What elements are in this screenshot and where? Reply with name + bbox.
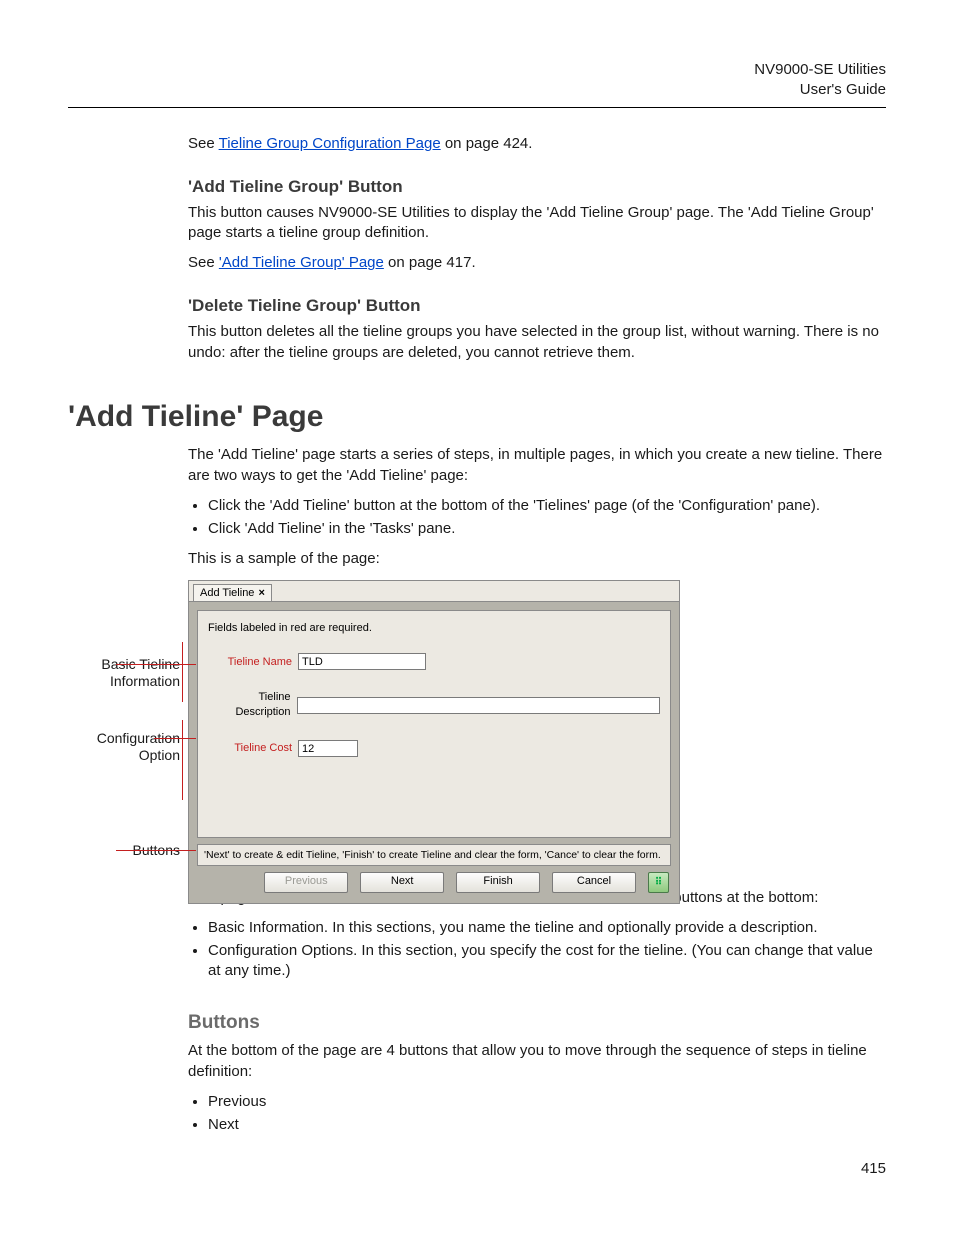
link-tieline-group-config[interactable]: Tieline Group Configuration Page xyxy=(219,135,441,152)
link-add-tieline-group-page[interactable]: 'Add Tieline Group' Page xyxy=(219,254,384,271)
figure-add-tieline: Basic Tieline Information Configuration … xyxy=(188,580,886,870)
label-tieline-cost: Tieline Cost xyxy=(208,741,298,756)
header-product: NV9000-SE Utilities xyxy=(68,60,886,80)
heading-buttons: Buttons xyxy=(188,1010,886,1036)
para-buttons: At the bottom of the page are 4 buttons … xyxy=(188,1041,886,1082)
cancel-button[interactable]: Cancel xyxy=(552,872,636,893)
header-doc: User's Guide xyxy=(68,80,886,100)
bullet-next: Next xyxy=(208,1115,886,1135)
hint-bar: 'Next' to create & edit Tieline, 'Finish… xyxy=(197,844,671,866)
label-tieline-name: Tieline Name xyxy=(208,655,298,670)
tab-bar: Add Tieline× xyxy=(189,581,679,602)
tab-add-tieline[interactable]: Add Tieline× xyxy=(193,584,272,602)
see-line-2: See 'Add Tieline Group' Page on page 417… xyxy=(188,253,886,273)
heading-add-tieline-group-button: 'Add Tieline Group' Button xyxy=(188,176,886,199)
page-number: 415 xyxy=(861,1159,886,1179)
options-icon[interactable]: ⠿ xyxy=(648,872,669,893)
see-line-1: See Tieline Group Configuration Page on … xyxy=(188,134,886,154)
required-note: Fields labeled in red are required. xyxy=(208,621,660,636)
input-tieline-cost[interactable] xyxy=(298,740,358,757)
previous-button: Previous xyxy=(264,872,348,893)
input-tieline-name[interactable] xyxy=(298,653,426,670)
heading-add-tieline-page: 'Add Tieline' Page xyxy=(68,397,886,438)
callout-config: Configuration Option xyxy=(60,730,180,765)
callout-basic: Basic Tieline Information xyxy=(60,656,180,691)
heading-delete-tieline-group-button: 'Delete Tieline Group' Button xyxy=(188,295,886,318)
next-button[interactable]: Next xyxy=(360,872,444,893)
bullet-previous: Previous xyxy=(208,1092,886,1112)
form-panel: Fields labeled in red are required. Tiel… xyxy=(197,610,671,838)
app-window: Add Tieline× Fields labeled in red are r… xyxy=(188,580,680,904)
bullet-basic-info: Basic Information. In this sections, you… xyxy=(208,918,886,938)
tab-close-icon[interactable]: × xyxy=(258,587,264,599)
bullet-via-tasks: Click 'Add Tieline' in the 'Tasks' pane. xyxy=(208,519,886,539)
header-rule xyxy=(68,107,886,108)
bullet-config-options: Configuration Options. In this section, … xyxy=(208,941,886,982)
para-del-group: This button deletes all the tieline grou… xyxy=(188,322,886,363)
para-add-group: This button causes NV9000-SE Utilities t… xyxy=(188,203,886,244)
input-tieline-desc[interactable] xyxy=(297,697,661,714)
para-sample: This is a sample of the page: xyxy=(188,549,886,569)
finish-button[interactable]: Finish xyxy=(456,872,540,893)
label-tieline-desc: Tieline Description xyxy=(208,690,297,720)
para-add-tieline-intro: The 'Add Tieline' page starts a series o… xyxy=(188,445,886,486)
bullet-via-config: Click the 'Add Tieline' button at the bo… xyxy=(208,496,886,516)
